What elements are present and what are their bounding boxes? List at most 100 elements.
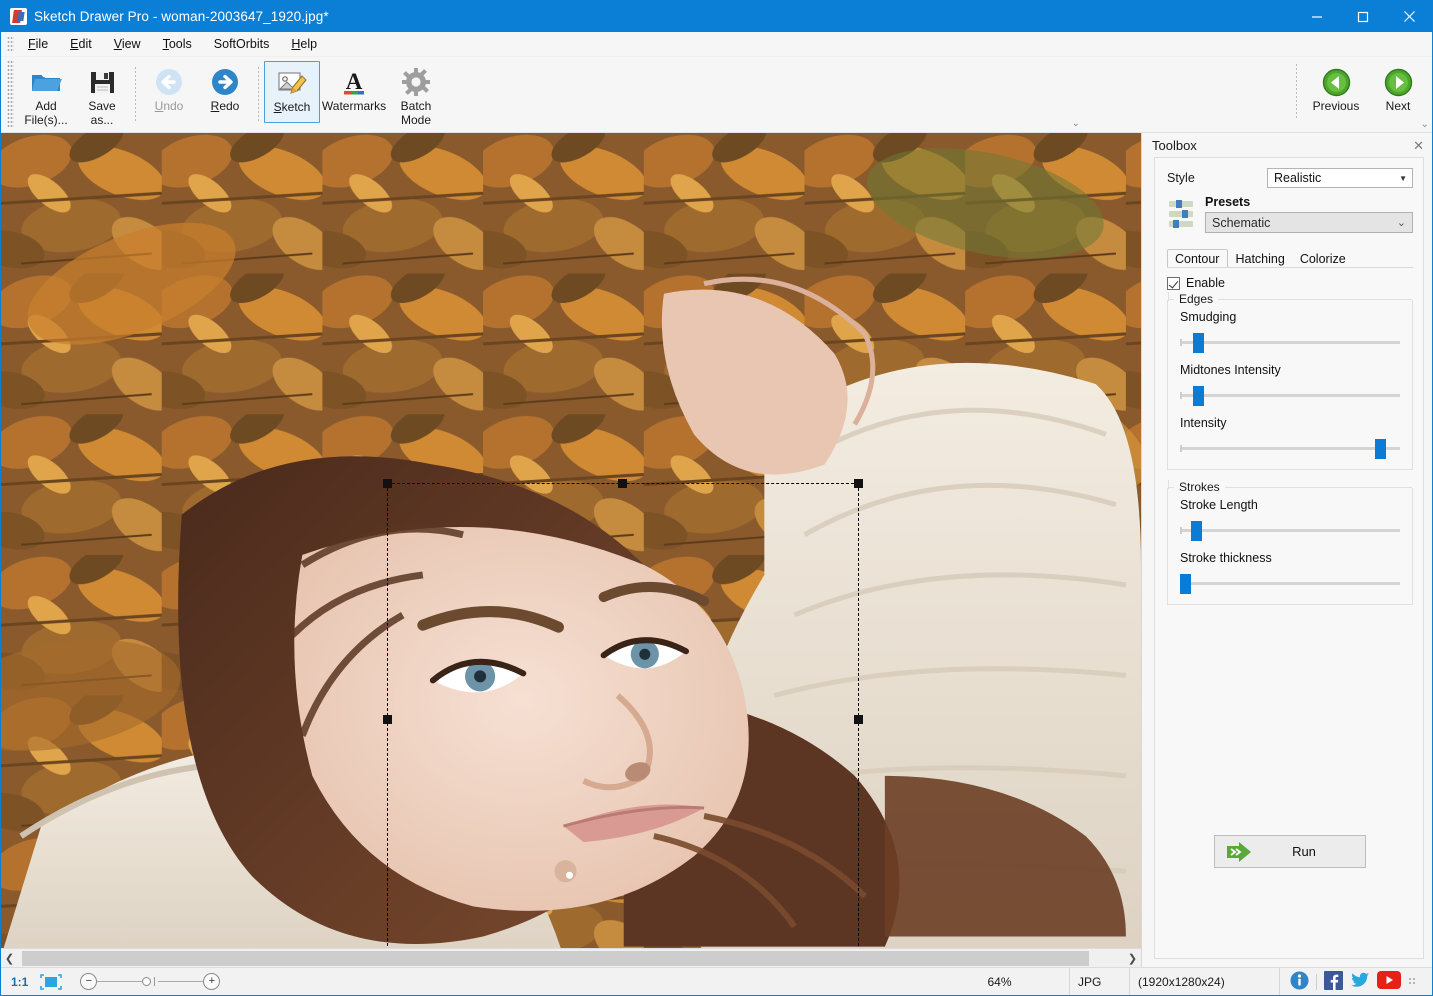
info-icon[interactable]	[1290, 971, 1309, 993]
toolbox-panel: Toolbox ✕ Style Realistic ▼	[1141, 133, 1432, 967]
batch-mode-label: Batch Mode	[401, 99, 432, 127]
minimize-button[interactable]	[1294, 1, 1340, 32]
open-folder-icon	[30, 65, 62, 99]
slider-thumb[interactable]	[1193, 386, 1204, 406]
scrollbar-thumb[interactable]	[22, 951, 1089, 966]
tab-colorize[interactable]: Colorize	[1293, 250, 1354, 268]
maximize-button[interactable]	[1340, 1, 1386, 32]
close-button[interactable]	[1386, 1, 1432, 32]
add-files-button[interactable]: Add File(s)...	[18, 61, 74, 129]
slider-tick	[1180, 527, 1182, 534]
midtones-intensity-slider[interactable]	[1180, 384, 1402, 406]
next-button[interactable]: Next	[1370, 61, 1426, 123]
slider-thumb[interactable]	[1180, 574, 1191, 594]
sketch-label: Sketch	[274, 100, 311, 114]
menu-view[interactable]: View	[103, 34, 152, 54]
smudging-label: Smudging	[1180, 310, 1402, 324]
selection-handle-middle-right[interactable]	[854, 715, 863, 724]
stroke-length-slider-block: Stroke Length	[1180, 488, 1402, 541]
style-row: Style Realistic ▼	[1167, 168, 1413, 188]
run-button[interactable]: Run	[1214, 835, 1366, 868]
smudging-slider[interactable]	[1180, 331, 1402, 353]
status-divider	[1316, 974, 1317, 990]
stroke-length-slider[interactable]	[1180, 519, 1402, 541]
style-value: Realistic	[1274, 171, 1321, 185]
twitter-icon[interactable]	[1350, 971, 1370, 993]
slider-track	[1180, 582, 1400, 585]
chevron-left-icon[interactable]: ❮	[1, 950, 18, 967]
tab-contour[interactable]: Contour	[1167, 249, 1228, 268]
application-window: Sketch Drawer Pro - woman-2003647_1920.j…	[0, 0, 1433, 996]
presets-dropdown[interactable]: Schematic ⌄	[1205, 212, 1413, 233]
file-format: JPG	[1070, 968, 1130, 995]
menu-softorbits[interactable]: SoftOrbits	[203, 34, 281, 54]
stroke-thickness-slider[interactable]	[1180, 572, 1402, 594]
style-dropdown[interactable]: Realistic ▼	[1267, 168, 1413, 188]
menu-help[interactable]: Help	[280, 34, 328, 54]
edges-group-title: Edges	[1174, 292, 1218, 306]
enable-row[interactable]: Enable	[1167, 276, 1413, 290]
toolbar-history-group: Undo Redo	[141, 57, 253, 132]
chevron-right-icon[interactable]: ❯	[1124, 950, 1141, 967]
zoom-slider[interactable]: − +	[70, 973, 230, 990]
selection-handle-middle-left[interactable]	[383, 715, 392, 724]
save-as-button[interactable]: Save as...	[74, 61, 130, 129]
zoom-ratio[interactable]: 1:1	[1, 968, 36, 995]
menu-grip-icon[interactable]	[7, 36, 14, 52]
horizontal-scrollbar[interactable]: ❮ ❯	[1, 948, 1141, 967]
smudging-slider-block: Smudging	[1180, 300, 1402, 353]
midtones-slider-block: Midtones Intensity	[1180, 353, 1402, 406]
zoom-track-left[interactable]	[97, 981, 142, 982]
intensity-slider[interactable]	[1180, 437, 1402, 459]
main-body: ❮ ❯ Toolbox ✕ Style Realistic ▼	[1, 133, 1432, 967]
undo-button[interactable]: Undo	[141, 61, 197, 123]
toolbar-overflow-left-icon[interactable]: ⌄	[1072, 118, 1080, 129]
slider-track	[1180, 341, 1400, 344]
image-canvas[interactable]	[1, 133, 1141, 948]
toolbar-grip-icon[interactable]	[7, 60, 14, 129]
menu-tools[interactable]: Tools	[152, 34, 203, 54]
toolbar-navigation-group: Previous Next	[1291, 57, 1426, 123]
selection-handle-top-left[interactable]	[383, 479, 392, 488]
presets-label: Presets	[1205, 195, 1413, 209]
zoom-percent: 64%	[930, 968, 1070, 995]
effect-tabs: Contour Hatching Colorize	[1167, 248, 1413, 268]
menu-edit[interactable]: Edit	[59, 34, 103, 54]
toolbar-separator-2	[258, 67, 259, 123]
redo-button[interactable]: Redo	[197, 61, 253, 123]
facebook-icon[interactable]	[1324, 971, 1343, 993]
slider-thumb[interactable]	[1191, 521, 1202, 541]
tab-hatching[interactable]: Hatching	[1228, 250, 1292, 268]
enable-checkbox[interactable]	[1167, 277, 1180, 290]
toolbar-file-group: Add File(s)... Save as...	[18, 57, 130, 132]
crop-selection-rectangle[interactable]	[387, 483, 859, 948]
slider-thumb[interactable]	[1193, 333, 1204, 353]
batch-mode-button[interactable]: Batch Mode	[388, 61, 444, 129]
intensity-slider-block: Intensity	[1180, 406, 1402, 459]
undo-arrow-icon	[154, 65, 184, 99]
scrollbar-track[interactable]	[18, 950, 1124, 967]
status-social-icons	[1280, 971, 1432, 993]
sketch-button[interactable]: Sketch	[264, 61, 320, 123]
selection-handle-top-right[interactable]	[854, 479, 863, 488]
resize-grip-icon[interactable]	[1408, 977, 1417, 986]
watermarks-button[interactable]: A Watermarks	[320, 61, 388, 123]
strokes-group: Strokes Stroke Length Stroke thickness	[1167, 488, 1413, 605]
fit-to-window-button[interactable]	[36, 968, 70, 995]
minus-icon[interactable]: −	[80, 973, 97, 990]
previous-button[interactable]: Previous	[1302, 61, 1370, 123]
redo-label: Redo	[211, 99, 240, 113]
youtube-icon[interactable]	[1377, 971, 1401, 992]
selection-handle-top-center[interactable]	[618, 479, 627, 488]
menu-file[interactable]: FFileile	[17, 34, 59, 54]
plus-icon[interactable]: +	[203, 973, 220, 990]
app-icon	[10, 8, 27, 25]
toolbar-separator-3	[1296, 64, 1297, 120]
zoom-track-right[interactable]	[158, 981, 203, 982]
slider-thumb[interactable]	[1375, 439, 1386, 459]
close-icon[interactable]: ✕	[1413, 139, 1424, 152]
stroke-thickness-slider-block: Stroke thickness	[1180, 541, 1402, 594]
zoom-slider-knob[interactable]	[142, 977, 151, 986]
add-files-label: Add File(s)...	[24, 99, 67, 127]
toolbar-overflow-icon[interactable]: ⌄	[1421, 119, 1429, 130]
